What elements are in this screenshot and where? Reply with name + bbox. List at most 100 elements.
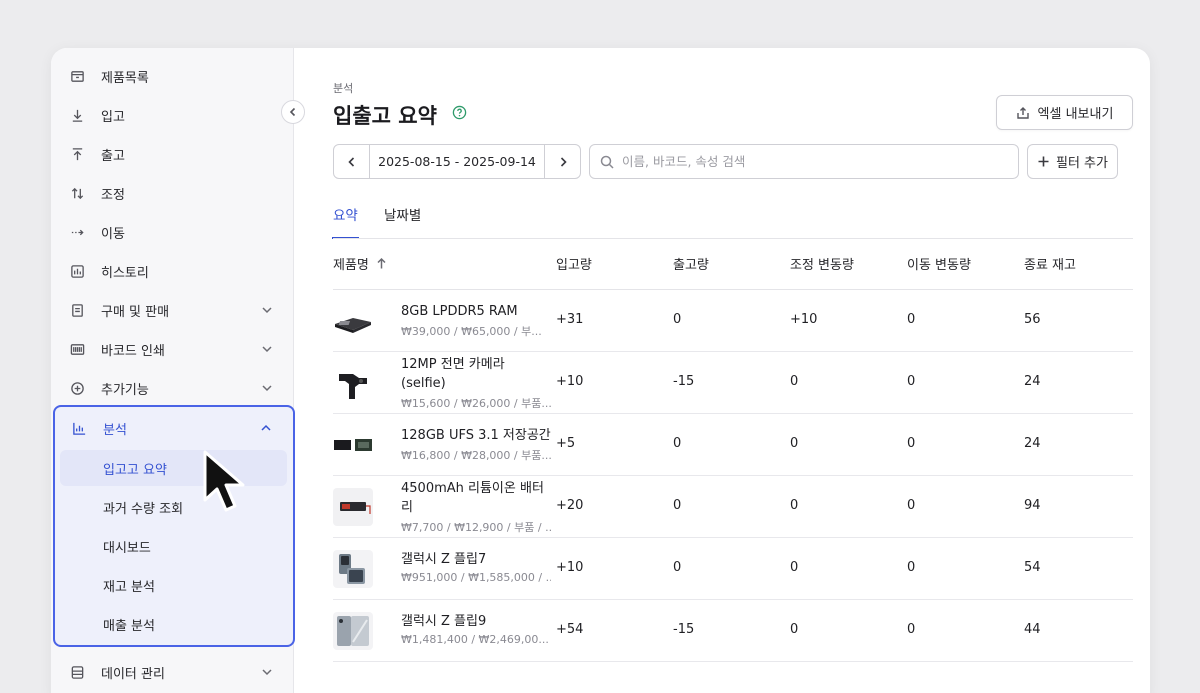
sidebar-item-label: 바코드 인쇄 (101, 344, 165, 359)
product-thumbnail (333, 364, 373, 402)
product-name: 8GB LPDDR5 RAM (401, 304, 518, 319)
sidebar-item-barcode[interactable]: 바코드 인쇄 (51, 330, 294, 369)
tab-summary[interactable]: 요약 (332, 204, 359, 239)
transfer-qty: 0 (907, 436, 916, 451)
sidebar: 제품목록 입고 출고 조정 이동 히스토리 구매 및 판매 바코드 인쇄 추가기… (51, 48, 295, 693)
sidebar-item-label: 입고 (101, 110, 125, 125)
swap-icon (69, 186, 85, 202)
sidebar-item-products[interactable]: 제품목록 (51, 57, 294, 96)
product-name: 12MP 전면 카메라 (selfie) (401, 357, 505, 391)
export-icon (1016, 106, 1029, 119)
end-stock: 94 (1024, 498, 1041, 513)
document-icon (69, 303, 85, 319)
main-content: 분석 입출고 요약 엑셀 내보내기 2025-08-15 - 2025-09-1… (295, 48, 1150, 693)
product-name: 128GB UFS 3.1 저장공간 (401, 428, 551, 443)
sidebar-item-label: 데이터 관리 (101, 667, 165, 682)
transfer-qty: 0 (907, 374, 916, 389)
date-range-picker: 2025-08-15 - 2025-09-14 (333, 144, 581, 179)
table-header: 제품명 입고량 출고량 조정 변동량 이동 변동량 종료 재고 (333, 254, 1133, 290)
inbound-qty: +10 (556, 374, 584, 389)
table-row[interactable]: 8GB LPDDR5 RAM ₩39,000 / ₩65,000 / 부... … (333, 290, 1133, 352)
inbound-qty: +54 (556, 622, 584, 637)
table-row[interactable]: 12MP 전면 카메라 (selfie) ₩15,600 / ₩26,000 /… (333, 352, 1133, 414)
adjust-qty: 0 (790, 560, 799, 575)
sidebar-item-adjust[interactable]: 조정 (51, 174, 294, 213)
sidebar-subitem-past-quantity[interactable]: 과거 수량 조회 (60, 489, 287, 525)
outbound-qty: 0 (673, 560, 682, 575)
add-filter-button[interactable]: 필터 추가 (1027, 144, 1118, 179)
table-row[interactable]: 4500mAh 리튬이온 배터리 ₩7,700 / ₩12,900 / 부품 /… (333, 476, 1133, 538)
sidebar-subitem-inout-summary[interactable]: 입고고 요약 (60, 450, 287, 486)
end-stock: 56 (1024, 312, 1041, 327)
column-header-end-stock[interactable]: 종료 재고 (1024, 254, 1076, 273)
chevron-right-icon (560, 156, 567, 167)
tab-by-date[interactable]: 날짜별 (384, 204, 421, 239)
product-thumbnail (333, 302, 373, 340)
sidebar-item-purchase-sales[interactable]: 구매 및 판매 (51, 291, 294, 330)
plus-circle-icon (69, 381, 85, 397)
tab-bar: 요약 날짜별 (332, 204, 1133, 240)
outbound-qty: -15 (673, 374, 695, 389)
sidebar-item-transfer[interactable]: 이동 (51, 213, 294, 252)
sidebar-subitem-sales-analysis[interactable]: 매출 분석 (60, 606, 287, 642)
sidebar-item-inbound[interactable]: 입고 (51, 96, 294, 135)
chevron-down-icon (260, 303, 274, 317)
column-header-transfer[interactable]: 이동 변동량 (907, 254, 971, 273)
column-header-outbound[interactable]: 출고량 (673, 254, 709, 273)
date-prev-button[interactable] (334, 145, 370, 178)
inbound-qty: +31 (556, 312, 584, 327)
tabs-divider (333, 238, 1133, 239)
transfer-qty: 0 (907, 498, 916, 513)
search-input[interactable] (622, 154, 1002, 169)
page-title: 입출고 요약 (333, 104, 437, 128)
transfer-qty: 0 (907, 622, 916, 637)
column-header-inbound[interactable]: 입고량 (556, 254, 592, 273)
product-meta: ₩7,700 / ₩12,900 / 부품 / ... (401, 521, 551, 534)
adjust-qty: 0 (790, 498, 799, 513)
sidebar-item-data-management[interactable]: 데이터 관리 (51, 653, 294, 692)
sidebar-subitem-dashboard[interactable]: 대시보드 (60, 528, 287, 564)
sidebar-item-analysis[interactable]: 분석 (53, 409, 293, 448)
app-window: 제품목록 입고 출고 조정 이동 히스토리 구매 및 판매 바코드 인쇄 추가기… (51, 48, 1150, 693)
sidebar-subitem-stock-analysis[interactable]: 재고 분석 (60, 567, 287, 603)
help-icon[interactable] (452, 105, 467, 120)
end-stock: 54 (1024, 560, 1041, 575)
transfer-qty: 0 (907, 312, 916, 327)
inbound-qty: +10 (556, 560, 584, 575)
end-stock: 44 (1024, 622, 1041, 637)
export-excel-button[interactable]: 엑셀 내보내기 (996, 95, 1133, 130)
sidebar-collapse-button[interactable] (281, 100, 305, 124)
date-range-value[interactable]: 2025-08-15 - 2025-09-14 (370, 145, 544, 178)
column-header-adjust[interactable]: 조정 변동량 (790, 254, 854, 273)
product-name: 4500mAh 리튬이온 배터리 (401, 481, 544, 515)
column-label: 제품명 (333, 258, 369, 273)
chevron-down-icon (260, 342, 274, 356)
filter-label: 필터 추가 (1056, 156, 1108, 171)
breadcrumb: 분석 (333, 82, 354, 95)
chevron-down-icon (260, 665, 274, 679)
product-meta: ₩39,000 / ₩65,000 / 부... (401, 325, 542, 338)
table-row[interactable]: 갤럭시 Z 플립9 ₩1,481,400 / ₩2,469,00... +54 … (333, 600, 1133, 662)
sidebar-item-history[interactable]: 히스토리 (51, 252, 294, 291)
sidebar-item-outbound[interactable]: 출고 (51, 135, 294, 174)
sidebar-item-label: 출고 (101, 149, 125, 164)
table-row[interactable]: 갤럭시 Z 플립7 ₩951,000 / ₩1,585,000 / ... +1… (333, 538, 1133, 600)
arrow-up-icon (69, 147, 85, 163)
inbound-qty: +5 (556, 436, 576, 451)
end-stock: 24 (1024, 436, 1041, 451)
table-row[interactable]: 128GB UFS 3.1 저장공간 ₩16,800 / ₩28,000 / 부… (333, 414, 1133, 476)
product-name: 갤럭시 Z 플립9 (401, 614, 487, 629)
adjust-qty: +10 (790, 312, 818, 327)
product-thumbnail (333, 488, 373, 526)
box-icon (69, 69, 85, 85)
product-meta: ₩1,481,400 / ₩2,469,00... (401, 633, 549, 646)
sidebar-item-label: 구매 및 판매 (101, 305, 170, 320)
transfer-qty: 0 (907, 560, 916, 575)
sidebar-item-addons[interactable]: 추가기능 (51, 369, 294, 408)
column-header-product[interactable]: 제품명 (333, 254, 388, 273)
outbound-qty: 0 (673, 312, 682, 327)
product-name: 갤럭시 Z 플립7 (401, 552, 487, 567)
date-next-button[interactable] (544, 145, 580, 178)
history-icon (69, 264, 85, 280)
outbound-qty: -15 (673, 622, 695, 637)
